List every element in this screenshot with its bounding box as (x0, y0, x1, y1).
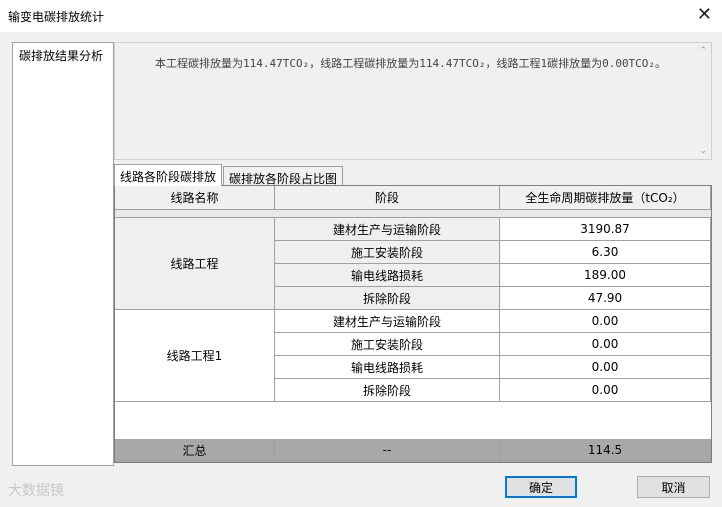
value-cell: 3190.87 (500, 218, 711, 241)
ok-button[interactable]: 确定 (505, 476, 577, 498)
emission-table: 线路名称 阶段 全生命周期碳排放量（tCO₂） 线路工程 建材生产与运输阶段 3… (114, 185, 712, 463)
group-name-cell: 线路工程1 (115, 310, 275, 402)
window-title: 输变电碳排放统计 (8, 10, 105, 24)
stage-cell: 拆除阶段 (275, 287, 500, 310)
value-cell: 0.00 (500, 310, 711, 333)
stage-cell: 输电线路损耗 (275, 356, 500, 379)
tab-line-stage-emission[interactable]: 线路各阶段碳排放 (114, 164, 223, 186)
scroll-down-icon[interactable]: ⌄ (699, 146, 707, 156)
value-cell: 6.30 (500, 241, 711, 264)
result-nav-panel: 碳排放结果分析 (12, 42, 114, 466)
cancel-button[interactable]: 取消 (637, 476, 710, 498)
close-icon[interactable]: ✕ (697, 4, 712, 25)
summary-textbox[interactable]: 本工程碳排放量为114.47TCO₂，线路工程碳排放量为114.47TCO₂，线… (114, 42, 712, 160)
total-stage-cell: -- (275, 439, 500, 462)
stage-cell: 施工安装阶段 (275, 241, 500, 264)
value-cell: 0.00 (500, 379, 711, 402)
stage-cell: 施工安装阶段 (275, 333, 500, 356)
watermark-logo: 大数据镜 (8, 483, 64, 499)
stage-cell: 建材生产与运输阶段 (275, 310, 500, 333)
value-cell: 47.90 (500, 287, 711, 310)
group-name-cell: 线路工程 (115, 218, 275, 310)
header-band (115, 210, 711, 218)
col-header-emission: 全生命周期碳排放量（tCO₂） (500, 186, 711, 210)
summary-text: 本工程碳排放量为114.47TCO₂，线路工程碳排放量为114.47TCO₂，线… (155, 57, 667, 70)
stage-cell: 输电线路损耗 (275, 264, 500, 287)
value-cell: 189.00 (500, 264, 711, 287)
tab-stage-ratio-chart[interactable]: 碳排放各阶段占比图 (223, 166, 344, 186)
col-header-line-name: 线路名称 (115, 186, 275, 210)
title-bar: 输变电碳排放统计 ✕ (0, 0, 722, 32)
value-cell: 0.00 (500, 333, 711, 356)
scroll-up-icon[interactable]: ⌃ (699, 46, 707, 56)
total-label-cell: 汇总 (115, 439, 275, 462)
stage-cell: 建材生产与运输阶段 (275, 218, 500, 241)
nav-item-carbon-analysis[interactable]: 碳排放结果分析 (19, 47, 103, 64)
value-cell: 0.00 (500, 356, 711, 379)
total-value-cell: 114.5 (500, 439, 711, 462)
col-header-stage: 阶段 (275, 186, 500, 210)
stage-cell: 拆除阶段 (275, 379, 500, 402)
